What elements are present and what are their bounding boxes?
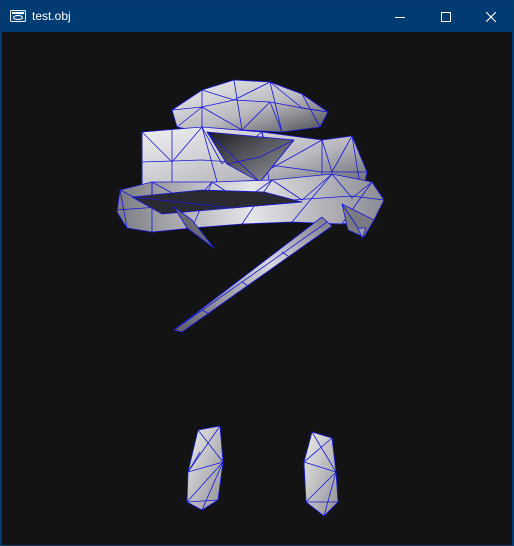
mesh-right-foot (303, 431, 339, 517)
close-icon (486, 11, 496, 22)
minimize-icon (395, 12, 405, 22)
mesh-left-foot (186, 425, 224, 511)
app-window-icon (10, 10, 26, 22)
close-button[interactable] (468, 1, 514, 32)
maximize-button[interactable] (423, 1, 469, 32)
app-window: test.obj (0, 0, 514, 546)
mesh-model (116, 79, 385, 517)
window-title: test.obj (32, 9, 71, 23)
mesh-top-cap (171, 79, 329, 133)
minimize-button[interactable] (377, 1, 423, 32)
rendered-model (116, 79, 385, 517)
title-bar[interactable]: test.obj (1, 1, 513, 32)
3d-viewport[interactable] (2, 32, 512, 545)
maximize-icon (441, 11, 451, 22)
